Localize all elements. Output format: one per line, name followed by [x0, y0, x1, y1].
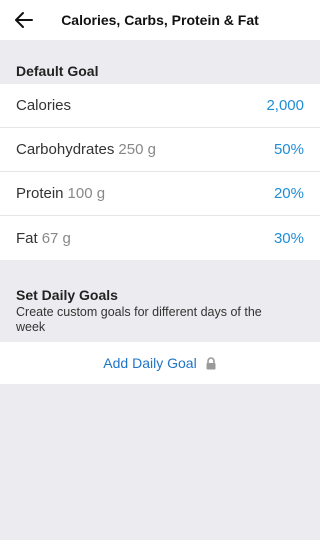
row-amount: 67 g	[41, 229, 71, 247]
row-value: 30%	[273, 229, 304, 247]
goal-row-carbohydrates[interactable]: Carbohydrates 250 g 50%	[0, 128, 320, 172]
app-header: Calories, Carbs, Protein & Fat	[0, 0, 320, 40]
goal-row-calories[interactable]: Calories 2,000	[0, 84, 320, 128]
row-value: 20%	[273, 185, 304, 202]
row-label: Protein	[16, 185, 64, 202]
row-label: Carbohydrates	[16, 141, 115, 158]
row-value: 50%	[273, 141, 304, 158]
add-daily-goal-label: Add Daily Goal	[103, 355, 197, 371]
daily-goals-heading: Set Daily Goals	[16, 287, 118, 303]
row-label: Calories	[16, 97, 72, 114]
back-button[interactable]	[10, 6, 38, 34]
row-amount: 100 g	[67, 185, 106, 202]
default-goal-heading: Default Goal	[16, 63, 99, 79]
arrow-left-icon	[15, 12, 33, 28]
goal-row-protein[interactable]: Protein 100 g 20%	[0, 172, 320, 216]
lock-icon	[205, 356, 217, 370]
default-goal-list: Calories 2,000 Carbohydrates 250 g 50% P…	[0, 84, 320, 260]
goal-row-fat[interactable]: Fat 67 g 30%	[0, 216, 320, 260]
page-title: Calories, Carbs, Protein & Fat	[61, 12, 259, 28]
row-value: 2,000	[266, 97, 304, 114]
row-label: Fat	[16, 229, 38, 247]
row-amount: 250 g	[118, 141, 156, 158]
add-daily-goal-button[interactable]: Add Daily Goal	[0, 342, 320, 384]
daily-goals-description: Create custom goals for different days o…	[16, 305, 262, 334]
